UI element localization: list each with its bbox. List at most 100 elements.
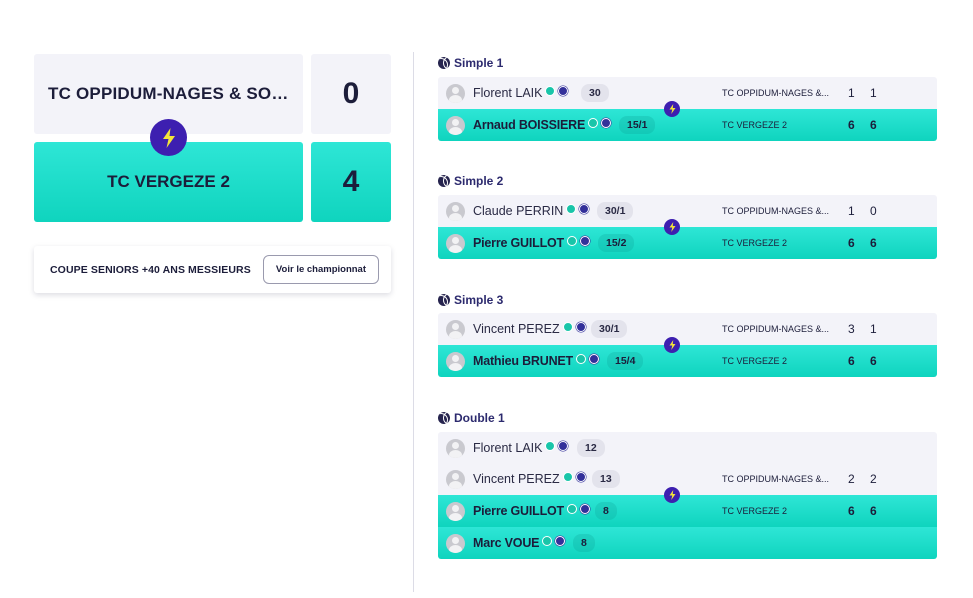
green-badge-icon bbox=[588, 118, 599, 128]
match-title: Double 1 bbox=[454, 411, 505, 425]
match-row-home-player-1[interactable]: Florent LAIK 12 bbox=[438, 432, 937, 464]
match-row-away-player-2[interactable]: Marc VOUE 8 bbox=[438, 527, 937, 559]
blue-badge-icon bbox=[555, 536, 566, 546]
blue-badge-icon bbox=[588, 354, 599, 364]
blue-badge-icon bbox=[558, 441, 569, 451]
match-row-away[interactable]: Mathieu BRUNET 15/4 TC VERGEZE 2 6 6 bbox=[438, 345, 937, 377]
green-badge-icon bbox=[542, 536, 553, 546]
winner-lightning-bolt-icon bbox=[664, 337, 680, 353]
tennis-ball-icon bbox=[438, 175, 450, 187]
match-row-away-player-1[interactable]: Pierre GUILLOT 8 TC VERGEZE 2 6 6 bbox=[438, 495, 937, 527]
player-avatar bbox=[446, 83, 465, 103]
match-row-home-player-2[interactable]: Vincent PEREZ 13 TC OPPIDUM-NAGES &... 2… bbox=[438, 463, 937, 495]
team-name: TC OPPIDUM-NAGES &... bbox=[722, 474, 830, 484]
player-rank-badge: 15/1 bbox=[619, 116, 656, 134]
match-row-home[interactable]: Florent LAIK 30 TC OPPIDUM-NAGES &... 1 … bbox=[438, 77, 937, 109]
green-badge-icon bbox=[566, 504, 577, 514]
view-championship-button[interactable]: Voir le championnat bbox=[262, 255, 379, 284]
player-name: Florent LAIK bbox=[473, 86, 569, 100]
match-header-simple-2: Simple 2 bbox=[438, 174, 503, 188]
tennis-ball-icon bbox=[438, 412, 450, 424]
set-scores: 1 0 bbox=[848, 204, 883, 218]
tennis-ball-icon bbox=[438, 294, 450, 306]
player-name: Vincent PEREZ bbox=[473, 322, 586, 336]
set-scores: 1 1 bbox=[848, 86, 883, 100]
green-badge-icon bbox=[575, 354, 586, 364]
green-badge-icon bbox=[566, 236, 577, 246]
competition-card: COUPE SENIORS +40 ANS MESSIEURS Voir le … bbox=[34, 246, 391, 293]
winner-lightning-bolt-icon bbox=[664, 487, 680, 503]
green-badge-icon bbox=[562, 472, 573, 482]
team-name: TC VERGEZE 2 bbox=[722, 356, 788, 366]
player-rank-badge: 13 bbox=[592, 470, 620, 488]
team-name: TC OPPIDUM-NAGES &... bbox=[722, 206, 830, 216]
player-rank-badge: 30/1 bbox=[597, 202, 634, 220]
team-name: TC OPPIDUM-NAGES &... bbox=[722, 324, 830, 334]
match-title: Simple 1 bbox=[454, 56, 504, 70]
blue-badge-icon bbox=[579, 236, 590, 246]
player-name: Marc VOUE bbox=[473, 536, 566, 550]
green-badge-icon bbox=[545, 441, 556, 451]
team-name: TC VERGEZE 2 bbox=[722, 506, 788, 516]
player-avatar bbox=[446, 501, 465, 521]
set-scores: 2 2 bbox=[848, 472, 883, 486]
set-scores: 6 6 bbox=[848, 118, 883, 132]
player-avatar bbox=[446, 351, 465, 371]
player-avatar bbox=[446, 233, 465, 253]
player-rank-badge: 30 bbox=[581, 84, 609, 102]
competition-title: COUPE SENIORS +40 ANS MESSIEURS bbox=[50, 263, 251, 276]
winner-lightning-bolt-icon bbox=[664, 101, 680, 117]
blue-badge-icon bbox=[601, 118, 612, 128]
player-rank-badge: 15/2 bbox=[598, 234, 635, 252]
match-row-away[interactable]: Pierre GUILLOT 15/2 TC VERGEZE 2 6 6 bbox=[438, 227, 937, 259]
set-scores: 6 6 bbox=[848, 504, 883, 518]
away-team-score: 4 bbox=[311, 142, 391, 222]
player-name: Arnaud BOISSIERE bbox=[473, 118, 612, 132]
match-title: Simple 2 bbox=[454, 174, 504, 188]
player-name: Mathieu BRUNET bbox=[473, 354, 599, 368]
player-avatar bbox=[446, 201, 465, 221]
match-row-home[interactable]: Claude PERRIN 30/1 TC OPPIDUM-NAGES &...… bbox=[438, 195, 937, 227]
winner-lightning-bolt-icon bbox=[150, 119, 187, 156]
away-team-name: TC VERGEZE 2 bbox=[107, 172, 230, 191]
blue-badge-icon bbox=[579, 504, 590, 514]
player-avatar bbox=[446, 533, 465, 553]
green-badge-icon bbox=[545, 86, 556, 96]
team-name: TC VERGEZE 2 bbox=[722, 120, 788, 130]
player-avatar bbox=[446, 469, 465, 489]
player-name: Pierre GUILLOT bbox=[473, 236, 590, 250]
tennis-ball-icon bbox=[438, 57, 450, 69]
player-rank-badge: 30/1 bbox=[591, 320, 628, 338]
green-badge-icon bbox=[566, 204, 577, 214]
player-avatar bbox=[446, 115, 465, 135]
player-avatar bbox=[446, 319, 465, 339]
set-scores: 6 6 bbox=[848, 236, 883, 250]
match-header-double-1: Double 1 bbox=[438, 411, 505, 425]
match-title: Simple 3 bbox=[454, 293, 504, 307]
player-avatar bbox=[446, 438, 465, 458]
home-team-name: TC OPPIDUM-NAGES & SOL... bbox=[48, 84, 289, 103]
vertical-divider bbox=[413, 52, 414, 592]
set-scores: 6 6 bbox=[848, 354, 883, 368]
blue-badge-icon bbox=[575, 322, 586, 332]
blue-badge-icon bbox=[575, 472, 586, 482]
blue-badge-icon bbox=[579, 204, 590, 214]
player-rank-badge: 12 bbox=[577, 439, 605, 457]
match-row-home[interactable]: Vincent PEREZ 30/1 TC OPPIDUM-NAGES &...… bbox=[438, 313, 937, 345]
player-name: Pierre GUILLOT bbox=[473, 504, 590, 518]
green-badge-icon bbox=[562, 322, 573, 332]
player-rank-badge: 15/4 bbox=[607, 352, 644, 370]
set-scores: 3 1 bbox=[848, 322, 883, 336]
player-name: Vincent PEREZ bbox=[473, 472, 586, 486]
match-row-away[interactable]: Arnaud BOISSIERE 15/1 TC VERGEZE 2 6 6 bbox=[438, 109, 937, 141]
team-name: TC VERGEZE 2 bbox=[722, 238, 788, 248]
home-team-score: 0 bbox=[311, 54, 391, 134]
team-name: TC OPPIDUM-NAGES &... bbox=[722, 88, 830, 98]
match-header-simple-3: Simple 3 bbox=[438, 293, 503, 307]
player-name: Claude PERRIN bbox=[473, 204, 590, 218]
player-name: Florent LAIK bbox=[473, 441, 569, 455]
match-header-simple-1: Simple 1 bbox=[438, 56, 503, 70]
blue-badge-icon bbox=[558, 86, 569, 96]
player-rank-badge: 8 bbox=[595, 502, 617, 520]
player-rank-badge: 8 bbox=[573, 534, 595, 552]
